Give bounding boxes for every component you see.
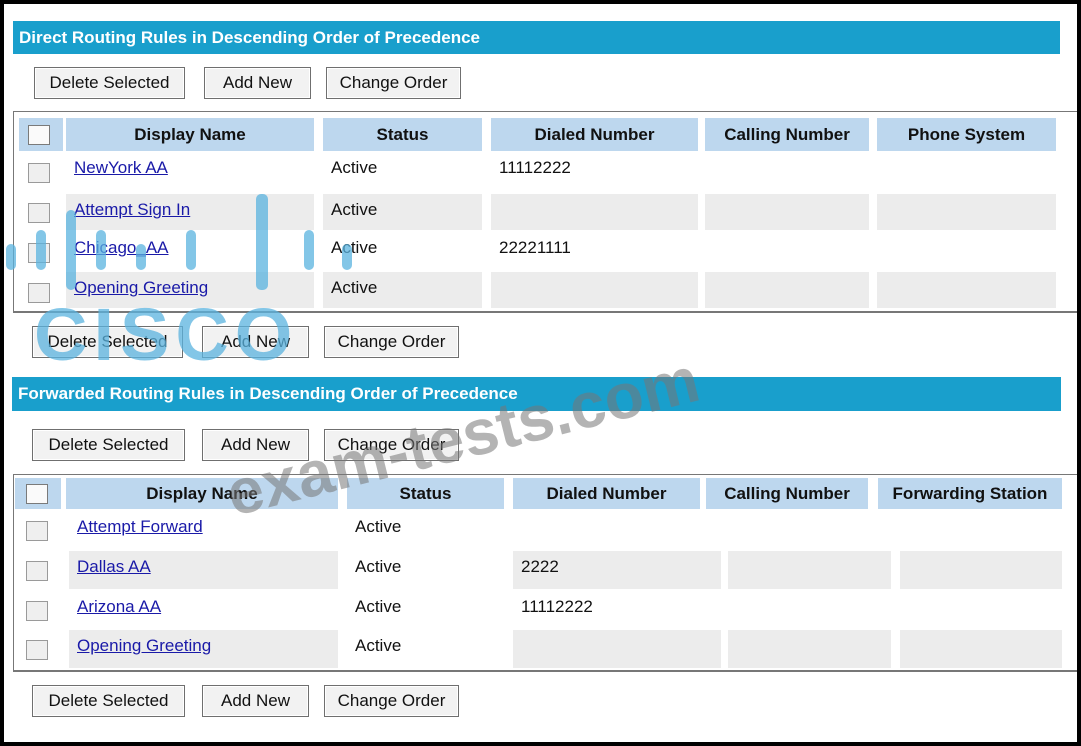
rule-link-opening-greeting[interactable]: Opening Greeting [77,636,211,655]
rule-link-chicago-aa[interactable]: Chicago_AA [74,238,169,257]
phone-system-cell [877,194,1056,230]
direct-bottom-add-new-button[interactable]: Add New [202,326,309,358]
calling-number-cell [705,152,869,184]
rule-link-attempt-forward[interactable]: Attempt Forward [77,517,203,536]
calling-number-cell [705,232,869,264]
row-checkbox[interactable] [26,640,48,660]
forwarded-select-all-checkbox[interactable] [26,484,48,504]
status-cell: Active [323,194,482,230]
column-header-calling-number[interactable]: Calling Number [705,118,869,151]
phone-system-cell [877,152,1056,184]
calling-number-cell [728,511,891,543]
status-cell: Active [355,557,402,576]
direct-delete-selected-button[interactable]: Delete Selected [34,67,185,99]
forwarded-rules-table: Display Name Status Dialed Number Callin… [13,474,1077,672]
dialed-number-cell [491,194,698,230]
dialed-number-cell [513,511,700,543]
direct-bottom-change-order-button[interactable]: Change Order [324,326,459,358]
rule-link-dallas-aa[interactable]: Dallas AA [77,557,151,576]
forwarded-bottom-delete-selected-button[interactable]: Delete Selected [32,685,185,717]
row-checkbox[interactable] [28,203,50,223]
calling-number-cell [728,630,891,668]
status-cell: Active [323,272,482,308]
dialed-number-cell [491,272,698,308]
forwarding-station-cell [900,630,1062,668]
calling-number-cell [728,591,891,623]
dialed-number-cell [513,630,721,668]
phone-system-cell [877,272,1056,308]
rule-link-opening-greeting[interactable]: Opening Greeting [74,278,208,297]
phone-system-cell [877,232,1056,264]
dialed-number-cell: 11112222 [521,597,593,616]
dialed-number-cell: 22221111 [499,238,571,257]
status-cell: Active [331,238,378,257]
row-checkbox[interactable] [28,243,50,263]
rule-link-newyork-aa[interactable]: NewYork AA [74,158,168,177]
row-checkbox[interactable] [28,283,50,303]
direct-rules-table: Display Name Status Dialed Number Callin… [13,111,1077,313]
direct-select-all-checkbox[interactable] [28,125,50,145]
row-checkbox[interactable] [28,163,50,183]
status-cell: Active [331,158,378,177]
column-header-dialed-number[interactable]: Dialed Number [491,118,698,151]
status-cell: Active [355,636,402,655]
calling-number-cell [728,551,891,589]
column-header-calling-number[interactable]: Calling Number [706,478,868,509]
rule-link-arizona-aa[interactable]: Arizona AA [77,597,161,616]
dialed-number-cell: 11112222 [499,158,571,177]
column-header-display-name[interactable]: Display Name [66,118,314,151]
direct-add-new-button[interactable]: Add New [204,67,311,99]
forwarded-bottom-change-order-button[interactable]: Change Order [324,685,459,717]
forwarding-station-cell [900,551,1062,589]
rule-link-attempt-sign-in[interactable]: Attempt Sign In [74,200,190,219]
screenshot-frame: Direct Routing Rules in Descending Order… [4,4,1077,742]
forwarding-station-cell [900,591,1062,623]
column-header-status[interactable]: Status [323,118,482,151]
direct-change-order-button[interactable]: Change Order [326,67,461,99]
row-checkbox[interactable] [26,601,48,621]
column-header-dialed-number[interactable]: Dialed Number [513,478,700,509]
forwarded-bottom-add-new-button[interactable]: Add New [202,685,309,717]
column-header-phone-system[interactable]: Phone System [877,118,1056,151]
row-checkbox[interactable] [26,521,48,541]
column-header-forwarding-station[interactable]: Forwarding Station [878,478,1062,509]
direct-rules-title: Direct Routing Rules in Descending Order… [13,21,1060,54]
calling-number-cell [705,272,869,308]
status-cell: Active [355,517,402,536]
forwarded-delete-selected-button[interactable]: Delete Selected [32,429,185,461]
status-cell: Active [355,597,402,616]
row-checkbox[interactable] [26,561,48,581]
calling-number-cell [705,194,869,230]
dialed-number-cell: 2222 [513,551,721,589]
direct-bottom-delete-selected-button[interactable]: Delete Selected [32,326,183,358]
forwarding-station-cell [900,511,1062,543]
